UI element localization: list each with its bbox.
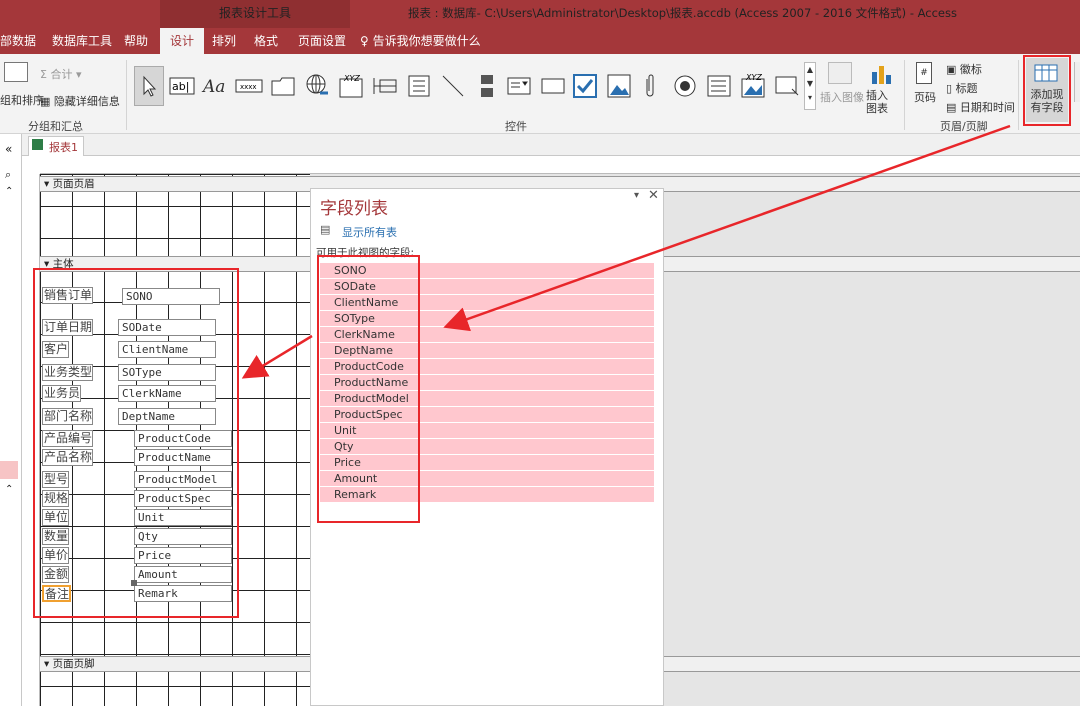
insert-chart-button[interactable]: 插入图表 [866,89,898,115]
svg-text:XYZ: XYZ [745,73,762,82]
title-icon: ▯ [946,82,953,95]
lightbulb-icon: ♀ [360,34,369,48]
tab-format[interactable]: 格式 [254,28,278,54]
sigma-icon: Σ [40,68,47,81]
svg-text:Aa: Aa [201,77,225,97]
annotation-box-field-list [317,255,420,523]
page-break-icon[interactable] [472,66,502,106]
section-page-footer-label: 页面页脚 [52,658,95,670]
totals-label: 合计 [50,68,73,81]
insert-image-button[interactable]: 插入图像 [820,89,864,105]
option-button-icon[interactable] [670,66,700,106]
chevron-up-icon[interactable]: ⌃ [5,186,13,197]
sort-icon [4,62,28,82]
expand-pane-icon[interactable]: « [5,142,12,156]
section-page-header-label: 页面页眉 [52,178,95,190]
web-browser-control-icon[interactable]: XYZ [336,66,366,106]
document-tab-bar [22,134,1080,156]
datetime-label: 日期和时间 [959,101,1015,114]
ribbon-separator [1018,60,1019,130]
navigation-control-icon[interactable] [370,66,400,106]
property-sheet-button[interactable] [1074,62,1080,102]
line-control-icon[interactable] [438,66,468,106]
combo-box-icon[interactable] [504,66,534,106]
header-footer-group-label: 页眉/页脚 [940,120,988,133]
hide-details-label: 隐藏详细信息 [53,95,120,108]
svg-text:ab|: ab| [172,80,189,93]
ribbon-separator [126,60,127,130]
chevron-down-icon: ▾ [75,68,82,81]
chart-icon [870,62,894,89]
document-tab-report1[interactable]: 报表1 [28,136,84,156]
logo-icon: ▣ [946,63,957,76]
horizontal-ruler [40,156,1080,174]
tab-arrange[interactable]: 排列 [212,28,236,54]
bound-object-frame-icon[interactable]: XYZ [738,66,768,106]
option-group-icon[interactable] [404,66,434,106]
insert-image-icon [828,62,852,84]
search-icon[interactable]: ⌕ [5,168,11,182]
chevron-up-icon[interactable]: ⌃ [5,484,13,495]
show-all-tables-link[interactable]: 显示所有表 [342,224,397,240]
annotation-box-add-fields [1023,55,1071,126]
list-box-icon[interactable] [704,66,734,106]
document-tab-label: 报表1 [49,141,78,154]
page-number-icon: # [916,62,932,84]
title-button[interactable]: ▯ 标题 [946,80,978,96]
title-label: 标题 [955,82,978,95]
close-icon[interactable]: ✕ [648,188,659,203]
hide-details-icon: ▦ [40,95,51,108]
field-list-title: 字段列表 [320,199,388,219]
hide-details-button[interactable]: ▦ 隐藏详细信息 [40,93,120,109]
grouping-group-label: 分组和汇总 [28,120,83,133]
attachment-control-icon[interactable] [638,66,662,106]
annotation-box-report-controls [33,268,239,618]
ribbon-tabs: 部数据 数据库工具 帮助 设计 排列 格式 页面设置 ♀ 告诉我你想要做什么 [0,28,1080,54]
tab-external-data[interactable]: 部数据 [0,28,36,54]
nav-selected-item[interactable] [0,461,18,479]
pane-options-chevron-icon[interactable]: ▾ [634,190,639,201]
calendar-icon: ▤ [946,101,957,114]
select-tool-icon[interactable] [134,66,164,106]
logo-button[interactable]: ▣ 徽标 [946,61,982,77]
report-icon [32,139,43,150]
section-arrow-icon: ▾ [44,658,50,670]
checkbox-control-icon[interactable] [570,66,600,106]
insert-control-menu-icon[interactable] [772,66,802,106]
button-control-icon[interactable]: xxxx [234,66,264,106]
context-tools-label: 报表设计工具 [160,0,350,28]
svg-text:XYZ: XYZ [343,74,360,83]
show-all-icon: ▤ [320,223,331,236]
image-control-icon[interactable] [604,66,634,106]
textbox-control-icon[interactable]: ab| [168,66,196,106]
datetime-button[interactable]: ▤ 日期和时间 [946,99,1015,115]
gallery-scroll[interactable]: ▲ ▼ ▾ [804,62,816,110]
svg-text:xxxx: xxxx [240,83,257,91]
logo-label: 徽标 [959,63,982,76]
hyperlink-control-icon[interactable] [302,66,332,106]
tab-control-icon[interactable] [268,66,298,106]
tell-me-label: 告诉我你想要做什么 [372,34,481,48]
tab-database-tools[interactable]: 数据库工具 [52,28,112,54]
ribbon-separator [904,60,905,130]
tab-page-setup[interactable]: 页面设置 [298,28,346,54]
label-control-icon[interactable]: Aa [200,66,230,106]
window-title: 报表 : 数据库- C:\Users\Administrator\Desktop… [408,6,957,20]
navigation-pane-collapsed[interactable]: « ⌕ ⌃ ⌃ [0,134,22,706]
section-arrow-icon: ▾ [44,178,50,190]
group-sort-button[interactable]: 组和排序 [0,92,44,108]
controls-group-label: 控件 [505,120,527,133]
tab-help[interactable]: 帮助 [124,28,148,54]
totals-button[interactable]: Σ 合计 ▾ [40,66,81,82]
tab-design[interactable]: 设计 [160,28,205,54]
tell-me-box[interactable]: ♀ 告诉我你想要做什么 [360,28,481,54]
rectangle-control-icon[interactable] [538,66,568,106]
page-number-button[interactable]: 页码 [914,89,936,105]
